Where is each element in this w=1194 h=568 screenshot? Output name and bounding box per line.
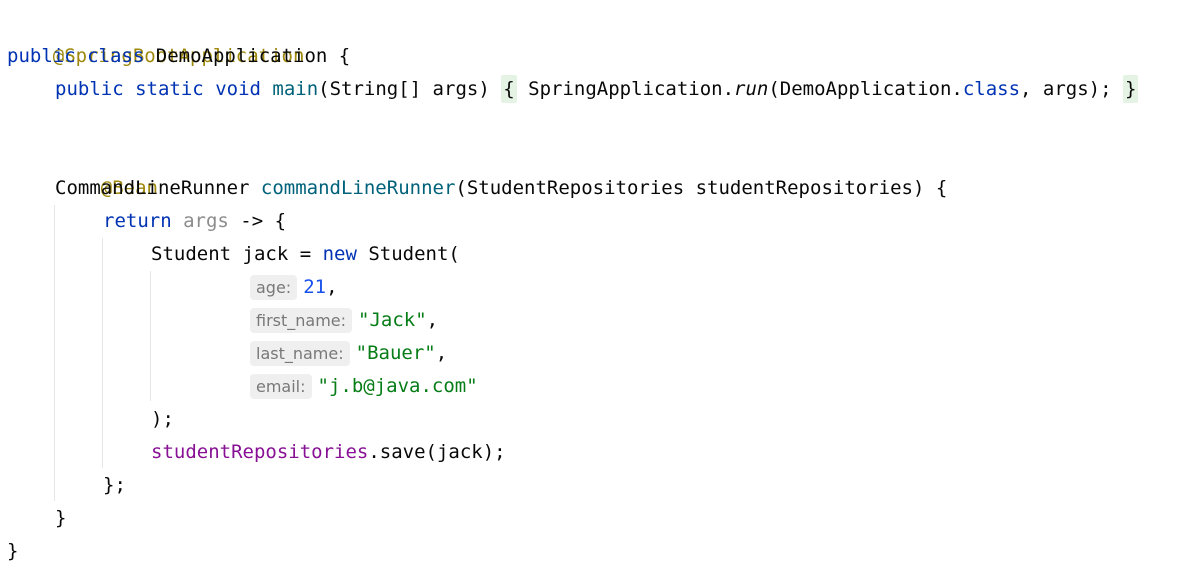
close-brace: };: [103, 474, 126, 496]
fold-close-brace[interactable]: }: [1123, 75, 1139, 103]
close-brace: }: [55, 507, 67, 529]
class-name: DemoApplication: [155, 45, 328, 67]
keyword: class: [87, 45, 145, 67]
parameter-hint: age:: [250, 275, 298, 300]
code-line: @SpringBootApplication: [7, 7, 305, 67]
code-line: );: [7, 403, 174, 436]
keyword: public: [7, 45, 76, 67]
code-line: last_name: "Bauer",: [7, 337, 447, 370]
string-literal: "Bauer": [355, 342, 436, 364]
code-editor[interactable]: @SpringBootApplication public class Demo…: [0, 0, 1194, 562]
keyword: new: [322, 243, 357, 265]
code-line: public static void main(String[] args) {…: [7, 73, 1139, 106]
comma: ,: [435, 342, 448, 364]
string-literal: "j.b@java.com": [317, 375, 478, 397]
number-literal: 21: [303, 276, 327, 298]
code-line: }: [7, 535, 18, 568]
declaration: Student jack =: [151, 243, 323, 265]
close-brace: }: [7, 540, 19, 562]
method-name: main: [272, 78, 319, 100]
fold-open-brace[interactable]: {: [501, 75, 517, 103]
call-args-rest: , args);: [1020, 78, 1112, 100]
close-paren: );: [151, 408, 174, 430]
method-call: run: [734, 78, 769, 100]
code-line: studentRepositories.save(jack);: [7, 436, 506, 469]
params: (String[] args): [318, 78, 490, 100]
keyword: class: [962, 78, 1021, 100]
method-call: .save(jack);: [368, 441, 506, 463]
field-reference: studentRepositories: [151, 441, 369, 463]
constructor: Student(: [356, 243, 460, 265]
params: (StudentRepositories studentRepositories…: [455, 177, 948, 199]
keyword: static: [135, 78, 204, 100]
string-literal: "Jack": [358, 309, 427, 331]
code-line: }: [7, 502, 66, 535]
method-name: commandLineRunner: [260, 177, 456, 199]
comma: ,: [426, 309, 439, 331]
comma: ,: [326, 276, 338, 298]
parameter-hint: email:: [250, 374, 312, 399]
call-args: (DemoApplication.: [768, 78, 963, 100]
call-target: SpringApplication.: [528, 78, 735, 100]
code-line: age: 21,: [7, 271, 338, 304]
parameter-hint: first_name:: [250, 308, 353, 333]
code-line: @Bean: [7, 139, 158, 199]
code-line: first_name: "Jack",: [7, 304, 438, 337]
brace: {: [338, 45, 351, 67]
type-name: CommandLineRunner: [55, 177, 250, 199]
keyword: return: [103, 210, 172, 232]
parameter-hint: last_name:: [250, 341, 350, 366]
code-line: return args -> {: [7, 205, 286, 238]
lambda-param: args: [183, 210, 229, 232]
code-line: };: [7, 469, 126, 502]
keyword: public: [55, 78, 124, 100]
code-line: public class DemoApplication {: [7, 40, 350, 73]
code-line: CommandLineRunner commandLineRunner(Stud…: [7, 172, 947, 205]
code-line: Student jack = new Student(: [7, 238, 460, 271]
lambda-arrow: -> {: [228, 210, 287, 232]
code-line: email: "j.b@java.com": [7, 370, 478, 403]
keyword: void: [215, 78, 261, 100]
